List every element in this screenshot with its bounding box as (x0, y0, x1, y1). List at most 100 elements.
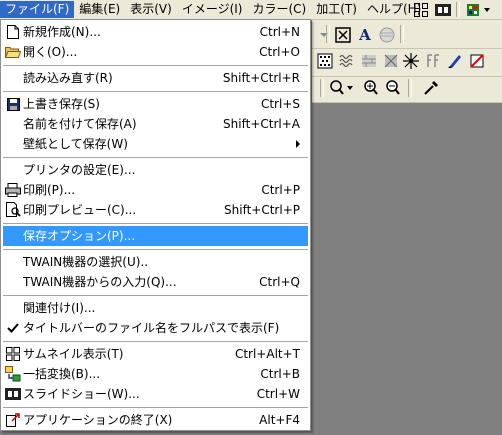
menu-separator (3, 341, 308, 342)
menu-image[interactable]: イメージ(I) (177, 1, 248, 18)
menu-item-label: 新規作成(N)... (23, 25, 101, 39)
zoom-in-icon[interactable] (362, 79, 380, 97)
toolbar-separator (326, 25, 330, 43)
menu-item-label: スライドショー(W)... (23, 387, 140, 401)
toolbar-separator (456, 2, 460, 17)
colorize-icon[interactable] (468, 52, 486, 70)
menu-item-label: 壁紙として保存(W) (23, 137, 128, 151)
menu-item-shortcut: Shift+Ctrl+R (222, 71, 300, 85)
menu-item-shortcut: Ctrl+P (261, 183, 300, 197)
menu-item-printer-setup[interactable]: プリンタの設定(E)... (3, 160, 308, 180)
menu-item-label: タイトルバーのファイル名をフルパスで表示(F) (23, 321, 280, 335)
disc-icon[interactable] (378, 26, 396, 44)
menu-item-label: 名前を付けて保存(A) (23, 117, 137, 131)
menu-item-label: 関連付け(I)... (23, 301, 96, 315)
menu-item-associate[interactable]: 関連付け(I)... (3, 298, 308, 318)
menu-item-print[interactable]: 印刷(P)... Ctrl+P (3, 180, 308, 200)
menu-item-shortcut: Ctrl+O (259, 45, 300, 59)
menu-view[interactable]: 表示(V) (125, 1, 177, 18)
eyedropper-icon[interactable] (422, 79, 440, 97)
floppy-disk-icon (5, 96, 21, 112)
menu-item-label: 印刷(P)... (23, 183, 76, 197)
menu-item-shortcut: Ctrl+S (260, 97, 300, 111)
brick-filter-icon[interactable] (360, 52, 378, 70)
menu-item-fullpath-title[interactable]: タイトルバーのファイル名をフルパスで表示(F) (3, 318, 308, 338)
menu-item-label: 上書き保存(S) (23, 97, 100, 111)
menu-edit[interactable]: 編集(E) (74, 1, 125, 18)
menu-item-shortcut: Shift+Ctrl+P (224, 203, 300, 217)
menu-separator (3, 157, 308, 158)
toolbar-separator (408, 79, 412, 97)
pattern-icon[interactable] (316, 52, 334, 70)
menu-item-twain-input[interactable]: TWAIN機器からの入力(Q)... Ctrl+Q (3, 272, 308, 292)
text-tool-icon[interactable]: A (356, 26, 374, 44)
menu-item-batch[interactable]: 一括変換(B)... Ctrl+B (3, 364, 308, 384)
menu-separator (3, 249, 308, 250)
menu-file[interactable]: ファイル(F) (0, 1, 75, 18)
submenu-arrow-icon (296, 140, 300, 148)
open-folder-icon (5, 44, 21, 60)
batch-convert-icon (5, 366, 21, 382)
menu-item-label: 読み込み直す(R) (23, 71, 113, 85)
toolbar-row-1: A (312, 22, 502, 49)
new-file-icon (5, 24, 21, 40)
filmstrip-icon[interactable] (434, 1, 452, 19)
dropdown-arrow-icon[interactable] (315, 26, 333, 44)
menu-item-save-as[interactable]: 名前を付けて保存(A) Shift+Ctrl+A (3, 114, 308, 134)
menu-item-reload[interactable]: 読み込み直す(R) Shift+Ctrl+R (3, 68, 308, 88)
sparkle-icon[interactable] (402, 52, 420, 70)
filmstrip-icon (5, 386, 21, 402)
menu-item-twain-select[interactable]: TWAIN機器の選択(U).. (3, 252, 308, 272)
pen-icon[interactable] (446, 52, 464, 70)
checkmark-icon (5, 320, 21, 336)
menu-item-exit[interactable]: アプリケーションの終了(X) Alt+F4 (3, 410, 308, 430)
thumbnail-grid-icon (5, 346, 21, 362)
menu-item-label: 開く(O)... (23, 45, 78, 59)
menu-item-shortcut: Ctrl+Q (259, 275, 300, 289)
menu-color[interactable]: カラー(C) (247, 1, 311, 18)
grid-view-icon[interactable] (412, 1, 430, 19)
menu-item-label: プリンタの設定(E)... (23, 163, 136, 177)
menu-item-label: 一括変換(B)... (23, 367, 101, 381)
toolbar-row-3 (312, 76, 502, 103)
menu-separator (3, 295, 308, 296)
menu-item-save-options[interactable]: 保存オプション(P)... (3, 226, 308, 246)
menu-separator (3, 407, 308, 408)
palette-dropdown-icon[interactable] (466, 1, 494, 19)
menu-item-label: TWAIN機器からの入力(Q)... (23, 275, 177, 289)
menu-item-shortcut: Shift+Ctrl+A (223, 117, 300, 131)
menu-item-save-wallpaper[interactable]: 壁紙として保存(W) (3, 134, 308, 154)
menu-separator (3, 223, 308, 224)
emboss-icon[interactable] (382, 52, 400, 70)
zoom-dropdown-icon[interactable] (328, 79, 356, 97)
menu-process[interactable]: 加工(T) (311, 1, 362, 18)
menu-item-label: 印刷プレビュー(C)... (23, 203, 137, 217)
wave-filter-icon[interactable] (338, 52, 356, 70)
menu-bar: ファイル(F) 編集(E) 表示(V) イメージ(I) カラー(C) 加工(T)… (0, 0, 502, 20)
menu-item-shortcut: Ctrl+B (260, 367, 300, 381)
menu-item-thumbnail[interactable]: サムネイル表示(T) Ctrl+Alt+T (3, 344, 308, 364)
zoom-out-icon[interactable] (384, 79, 402, 97)
menu-item-label: 保存オプション(P)... (23, 229, 136, 243)
exit-app-icon (5, 412, 21, 428)
menu-item-new[interactable]: 新規作成(N)... Ctrl+N (3, 22, 308, 42)
print-preview-icon (5, 202, 21, 218)
menu-item-slideshow[interactable]: スライドショー(W)... Ctrl+W (3, 384, 308, 404)
printer-icon (5, 182, 21, 198)
menu-item-shortcut: Alt+F4 (259, 413, 300, 427)
toolbar-separator (400, 25, 404, 43)
menu-item-label: アプリケーションの終了(X) (23, 413, 173, 427)
toolbar-separator (320, 79, 324, 97)
menu-item-print-preview[interactable]: 印刷プレビュー(C)... Shift+Ctrl+P (3, 200, 308, 220)
menu-item-label: サムネイル表示(T) (23, 347, 124, 361)
toolbar-area: A (312, 20, 502, 103)
menu-item-shortcut: Ctrl+N (259, 25, 300, 39)
toolbar-row-2 (312, 50, 502, 77)
menu-item-save[interactable]: 上書き保存(S) Ctrl+S (3, 94, 308, 114)
menu-separator (3, 91, 308, 92)
double-f-icon[interactable] (424, 52, 442, 70)
menu-item-open[interactable]: 開く(O)... Ctrl+O (3, 42, 308, 62)
menu-separator (3, 65, 308, 66)
fit-window-icon[interactable] (334, 26, 352, 44)
menu-item-shortcut: Ctrl+W (256, 387, 300, 401)
